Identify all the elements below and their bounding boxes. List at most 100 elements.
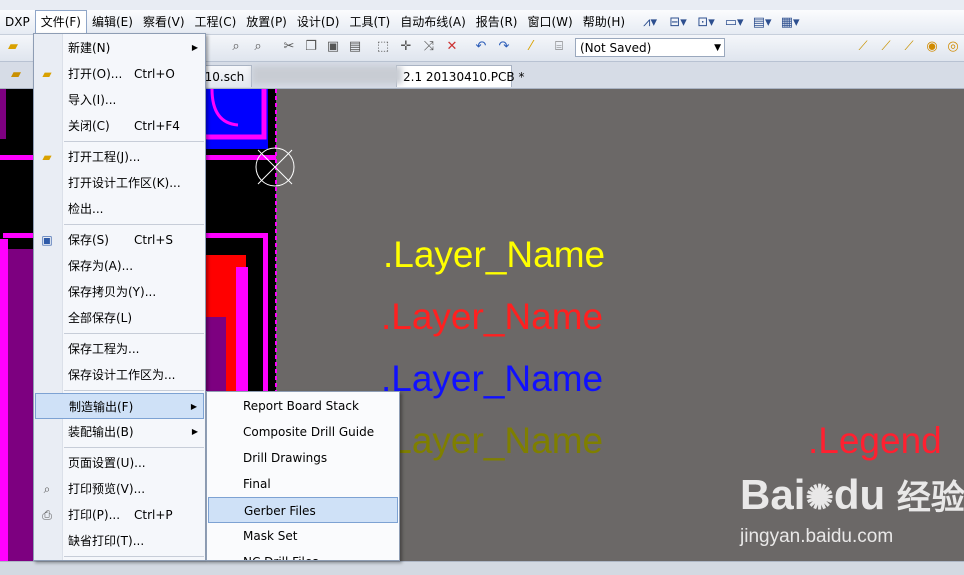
align-tool-icon[interactable]: ⊟▾ <box>666 15 690 30</box>
pad-icon[interactable]: ◉ <box>924 39 940 55</box>
menu-bar: DXP 文件(F) 编辑(E) 察看(V) 工程(C) 放置(P) 设计(D) … <box>0 10 964 35</box>
menu-item-save-workspace-as[interactable]: 保存设计工作区为... <box>35 362 204 388</box>
undo-icon[interactable]: ↶ <box>473 39 489 55</box>
menu-item-label: 检出... <box>68 202 104 216</box>
submenu-item-gerber-files[interactable]: Gerber Files <box>208 497 398 523</box>
submenu-item-final[interactable]: Final <box>208 471 398 497</box>
menu-item-label: 保存设计工作区为... <box>68 368 176 382</box>
menu-item-save[interactable]: ▣ 保存(S) Ctrl+S <box>35 227 204 253</box>
menu-item-open[interactable]: ▰ 打开(O)... Ctrl+O <box>35 61 204 87</box>
layer-label-bottom-overlay: .Layer_Name <box>381 420 603 462</box>
menu-item-close[interactable]: 关闭(C) Ctrl+F4 <box>35 113 204 139</box>
submenu-item-label: Report Board Stack <box>243 399 359 413</box>
submenu-item-mask-set[interactable]: Mask Set <box>208 523 398 549</box>
menu-item-open-workspace[interactable]: 打开设计工作区(K)... <box>35 170 204 196</box>
menu-autoroute[interactable]: 自动布线(A) <box>395 11 471 33</box>
menu-design[interactable]: 设计(D) <box>292 11 345 33</box>
route-icon[interactable]: ⟋ <box>855 39 871 55</box>
menu-item-label: 制造输出(F) <box>69 400 134 414</box>
menu-item-save-copy-as[interactable]: 保存拷贝为(Y)... <box>35 279 204 305</box>
paste-special-icon[interactable]: ▤ <box>347 39 363 55</box>
legend-label-text: .Legend <box>808 420 942 461</box>
file-menu: 新建(N) ▶ ▰ 打开(O)... Ctrl+O 导入(I)... 关闭(C)… <box>33 33 206 561</box>
submenu-item-report-board-stack[interactable]: Report Board Stack <box>208 393 398 419</box>
menu-place[interactable]: 放置(P) <box>241 11 292 33</box>
menu-file[interactable]: 文件(F) <box>34 10 87 34</box>
paste-icon[interactable]: ▣ <box>325 39 341 55</box>
submenu-item-drill-drawings[interactable]: Drill Drawings <box>208 445 398 471</box>
menu-item-print-preview[interactable]: ⌕ 打印预览(V)... <box>35 476 204 502</box>
browse-icon[interactable]: ⌸ <box>551 39 567 55</box>
folder-icon: ▰ <box>11 67 21 82</box>
menu-item-shortcut: Ctrl+O <box>134 67 175 81</box>
submenu-item-label: Final <box>243 477 271 491</box>
menu-item-save-as[interactable]: 保存为(A)... <box>35 253 204 279</box>
blurred-tab <box>252 66 402 84</box>
diff-pair-icon[interactable]: ⟋ <box>901 39 917 55</box>
menu-item-shortcut: Ctrl+S <box>134 233 174 247</box>
menu-item-checkout[interactable]: 检出... <box>35 196 204 222</box>
menu-window[interactable]: 窗口(W) <box>522 11 577 33</box>
select-area-icon[interactable]: ⬚ <box>375 39 391 55</box>
select-tool-icon[interactable]: ⊡▾ <box>694 15 718 30</box>
menu-reports[interactable]: 报告(R) <box>471 11 523 33</box>
zoom-area-icon[interactable]: ⌕ <box>228 39 244 55</box>
submenu-item-label: Drill Drawings <box>243 451 328 465</box>
room-tool-icon[interactable]: ▤▾ <box>750 15 774 30</box>
menu-item-default-print[interactable]: 缺省打印(T)... <box>35 528 204 554</box>
layer-label-top-overlay: .Layer_Name <box>383 234 605 276</box>
variant-select-value: (Not Saved) <box>580 41 652 55</box>
crosshair-icon[interactable]: ⁄ <box>523 39 539 55</box>
menu-item-fabrication-outputs[interactable]: 制造输出(F) ▶ <box>35 393 204 419</box>
menu-item-label: 页面设置(U)... <box>68 456 146 470</box>
menu-item-open-project[interactable]: ▰ 打开工程(J)... <box>35 144 204 170</box>
via-icon[interactable]: ◎ <box>945 39 961 55</box>
layer-tool-icon[interactable]: ▭▾ <box>722 15 746 30</box>
menu-dxp[interactable]: DXP <box>0 11 35 33</box>
menu-project[interactable]: 工程(C) <box>190 11 242 33</box>
baidu-jingyan-watermark: Bai✺du 经验 jingyan.baidu.com <box>735 470 964 560</box>
layer-label-text: .Layer_Name <box>381 420 604 461</box>
menu-item-import[interactable]: 导入(I)... <box>35 87 204 113</box>
menu-item-label: 保存拷贝为(Y)... <box>68 285 157 299</box>
zoom-fit-icon[interactable]: ⌕ <box>250 39 266 55</box>
deselect-icon[interactable]: ⤨ <box>421 39 437 55</box>
watermark-url: jingyan.baidu.com <box>740 526 894 547</box>
open-project-icon: ▰ <box>42 150 52 164</box>
watermark-brand-text: Bai <box>740 471 806 518</box>
variant-select[interactable]: (Not Saved) ▼ <box>575 38 725 57</box>
menu-help[interactable]: 帮助(H) <box>578 11 630 33</box>
submenu-arrow-icon: ▶ <box>191 43 198 52</box>
tab-pcb[interactable]: 2.1 20130410.PCB * <box>396 65 524 87</box>
cut-icon[interactable]: ✂ <box>281 39 297 55</box>
chevron-down-icon: ▼ <box>714 43 721 53</box>
menu-item-new[interactable]: 新建(N) ▶ <box>35 35 204 61</box>
menu-item-assembly-outputs[interactable]: 装配输出(B) ▶ <box>35 419 204 445</box>
menu-item-print[interactable]: ⎙ 打印(P)... Ctrl+P <box>35 502 204 528</box>
chart-tool-icon[interactable]: ⩘▾ <box>638 15 662 30</box>
menu-separator <box>64 141 204 142</box>
copy-icon[interactable]: ❐ <box>303 39 319 55</box>
menu-item-page-setup[interactable]: 页面设置(U)... <box>35 450 204 476</box>
layer-label-bottom-layer: .Layer_Name <box>381 358 603 400</box>
open-icon[interactable]: ▰ <box>5 39 21 55</box>
menu-item-save-all[interactable]: 全部保存(L) <box>35 305 204 331</box>
menu-item-label: 装配输出(B) <box>68 425 134 439</box>
clear-filter-icon[interactable]: ✕ <box>444 39 460 55</box>
submenu-item-composite-drill-guide[interactable]: Composite Drill Guide <box>208 419 398 445</box>
menu-item-label: 新建(N) <box>68 41 111 55</box>
fabrication-outputs-submenu: Report Board Stack Composite Drill Guide… <box>206 391 400 561</box>
menu-separator <box>64 333 204 334</box>
menu-edit[interactable]: 编辑(E) <box>87 11 138 33</box>
route-multi-icon[interactable]: ⟋ <box>878 39 894 55</box>
menu-tools[interactable]: 工具(T) <box>344 11 395 33</box>
redo-icon[interactable]: ↷ <box>496 39 512 55</box>
move-icon[interactable]: ✛ <box>398 39 414 55</box>
print-preview-icon: ⌕ <box>43 482 51 496</box>
submenu-item-label: Composite Drill Guide <box>243 425 375 439</box>
menu-item-save-project-as[interactable]: 保存工程为... <box>35 336 204 362</box>
open-folder-icon: ▰ <box>42 67 52 81</box>
grid-tool-icon[interactable]: ▦▾ <box>778 15 802 30</box>
submenu-item-nc-drill-files[interactable]: NC Drill Files <box>208 549 398 560</box>
menu-view[interactable]: 察看(V) <box>138 11 190 33</box>
